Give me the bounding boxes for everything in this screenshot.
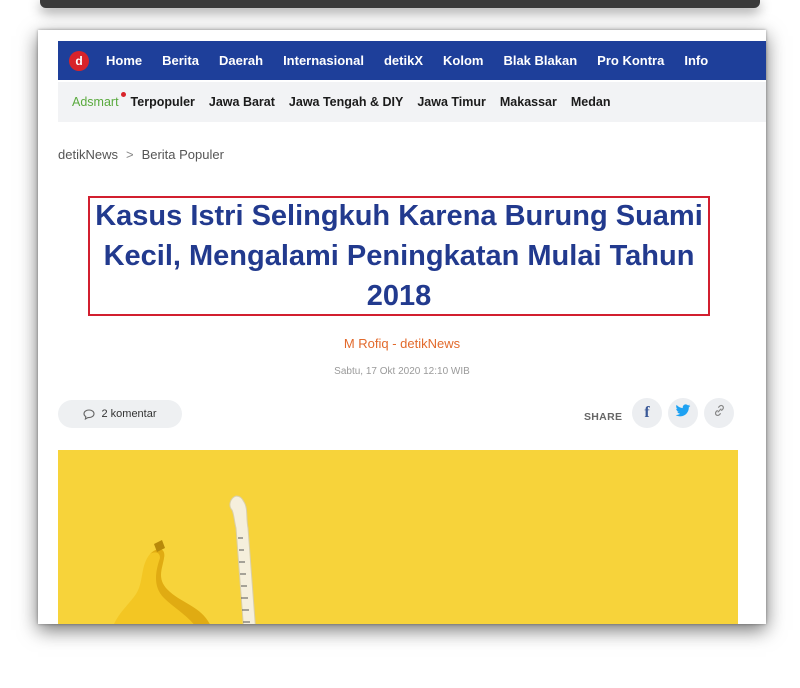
nav-item-kolom[interactable]: Kolom — [443, 53, 483, 68]
breadcrumb-root-link[interactable]: detikNews — [58, 147, 118, 162]
breadcrumb: detikNews > Berita Populer — [58, 147, 224, 162]
chevron-right-icon: > — [125, 147, 134, 162]
share-label: SHARE — [584, 411, 623, 423]
subnav-item-medan[interactable]: Medan — [571, 95, 611, 109]
nav-item-pro-kontra[interactable]: Pro Kontra — [597, 53, 664, 68]
twitter-icon — [675, 403, 691, 423]
banana-illustration — [114, 540, 210, 624]
nav-item-detikx[interactable]: detikX — [384, 53, 423, 68]
notification-dot-icon — [120, 92, 126, 97]
nav-item-berita[interactable]: Berita — [162, 53, 199, 68]
facebook-icon: f — [644, 404, 650, 421]
headline-highlight-box: Kasus Istri Selingkuh Karena Burung Suam… — [88, 196, 710, 316]
nav-item-blak-blakan[interactable]: Blak Blakan — [503, 53, 577, 68]
article-hero-image — [58, 450, 738, 624]
device-frame-edge — [40, 0, 760, 8]
link-icon — [713, 404, 726, 422]
article-author[interactable]: M Rofiq - detikNews — [38, 336, 766, 351]
sub-navbar: Adsmart Terpopuler Jawa Barat Jawa Tenga… — [58, 82, 766, 122]
comments-button[interactable]: 2 komentar — [58, 400, 182, 428]
measuring-tape-illustration — [229, 495, 256, 624]
nav-item-internasional[interactable]: Internasional — [283, 53, 364, 68]
subnav-item-adsmart[interactable]: Adsmart — [72, 92, 126, 109]
twitter-share-button[interactable] — [668, 398, 698, 428]
subnav-item-makassar[interactable]: Makassar — [500, 95, 557, 109]
main-navbar: d Home Berita Daerah Internasional detik… — [58, 41, 766, 80]
article-date: Sabtu, 17 Okt 2020 12:10 WIB — [334, 366, 470, 377]
detik-logo-icon[interactable]: d — [69, 50, 89, 71]
screenshot-card: d Home Berita Daerah Internasional detik… — [38, 30, 766, 624]
copy-link-button[interactable] — [704, 398, 734, 428]
nav-item-home[interactable]: Home — [106, 53, 142, 68]
facebook-share-button[interactable]: f — [632, 398, 662, 428]
comment-bubble-icon — [83, 408, 96, 420]
subnav-item-jawa-timur[interactable]: Jawa Timur — [417, 95, 486, 109]
nav-item-info[interactable]: Info — [684, 53, 708, 68]
adsmart-label: Adsmart — [72, 95, 119, 109]
subnav-item-jawa-tengah[interactable]: Jawa Tengah & DIY — [289, 95, 403, 109]
nav-item-daerah[interactable]: Daerah — [219, 53, 263, 68]
subnav-item-jawa-barat[interactable]: Jawa Barat — [209, 95, 275, 109]
article-headline: Kasus Istri Selingkuh Karena Burung Suam… — [95, 200, 703, 312]
subnav-item-terpopuler[interactable]: Terpopuler — [131, 95, 195, 109]
breadcrumb-current-link[interactable]: Berita Populer — [142, 147, 224, 162]
comments-count-label: 2 komentar — [101, 408, 157, 420]
